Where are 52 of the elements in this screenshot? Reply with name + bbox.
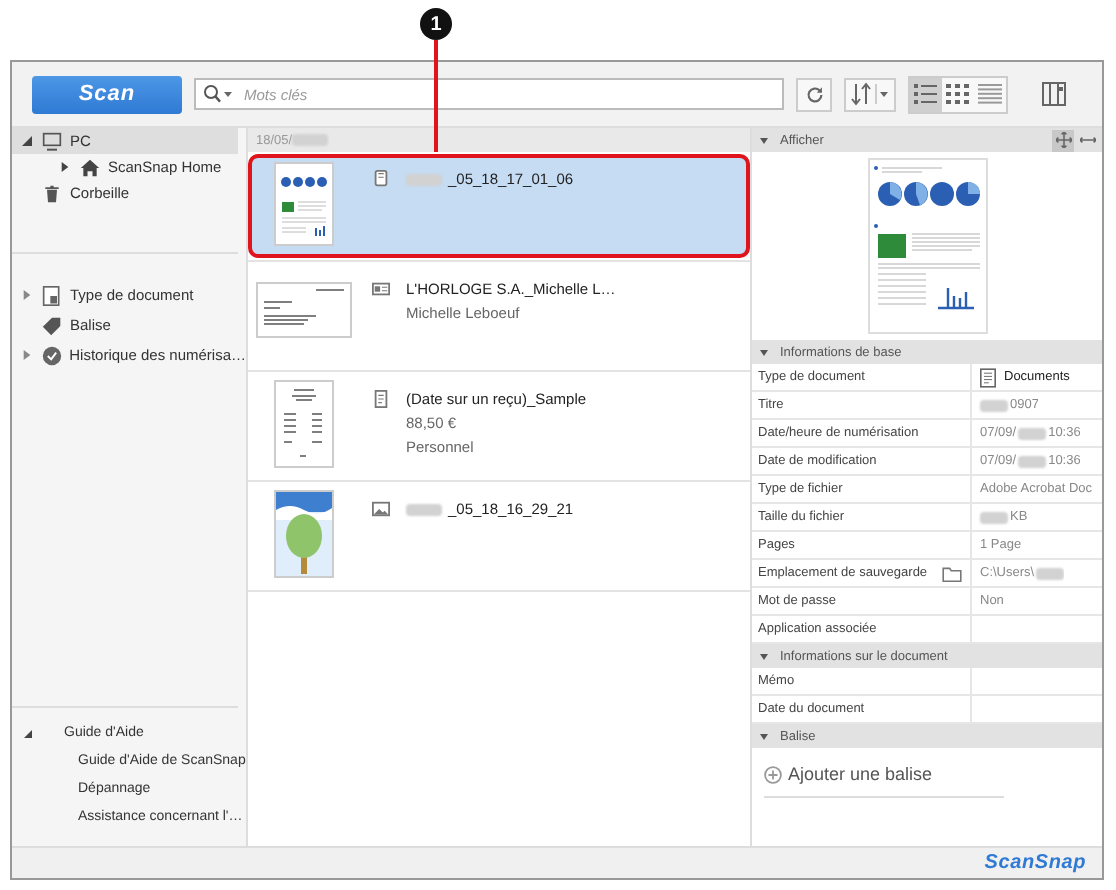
folder-icon[interactable] [942, 565, 962, 581]
list-view-button[interactable] [910, 77, 942, 111]
move-arrows-icon [1055, 132, 1071, 148]
horizontal-arrow-icon [1079, 132, 1095, 148]
leader-line [434, 40, 437, 152]
receipt-thumbnail [274, 380, 334, 468]
check-circle-icon [41, 345, 62, 365]
receipt-icon [372, 390, 390, 408]
tree-photo-thumbnail [274, 490, 334, 578]
scan-button[interactable]: Scan [32, 75, 182, 113]
collapse-arrow-icon[interactable] [760, 733, 768, 739]
redaction-blur [406, 503, 442, 515]
tag-icon [42, 315, 62, 335]
list-view-icon [914, 84, 938, 104]
document-icon [980, 367, 996, 387]
sort-icon [850, 82, 890, 106]
document-icon [42, 285, 62, 305]
trash-icon [42, 183, 62, 203]
business-card-icon [372, 280, 390, 298]
expand-arrow-icon[interactable] [60, 162, 70, 172]
image-icon [372, 500, 390, 518]
plus-circle-icon [764, 765, 782, 783]
document-thumbnail [274, 160, 334, 248]
business-card-thumbnail [256, 282, 352, 338]
grid-view-icon [946, 84, 970, 104]
refresh-button[interactable] [796, 77, 832, 111]
redaction-blur [1018, 455, 1047, 467]
rows-view-button[interactable] [974, 77, 1006, 111]
add-tag-button[interactable]: Ajouter une balise [764, 764, 1004, 798]
computer-icon [42, 131, 62, 151]
redaction-blur [1036, 567, 1065, 579]
panel-layout-button[interactable] [1036, 77, 1072, 111]
redaction-blur [1018, 427, 1047, 439]
document-icon [372, 170, 390, 188]
refresh-icon [803, 83, 825, 105]
fit-page-button[interactable] [1052, 129, 1074, 151]
collapse-arrow-icon[interactable] [760, 137, 768, 143]
grid-view-button[interactable] [942, 77, 974, 111]
expand-arrow-icon[interactable] [24, 729, 32, 737]
columns-icon [1042, 82, 1066, 106]
redaction-blur [980, 399, 1008, 411]
search-icon[interactable] [202, 84, 234, 104]
callout-number: 1 [420, 8, 452, 40]
expand-arrow-icon[interactable] [22, 136, 32, 146]
collapse-arrow-icon[interactable] [760, 349, 768, 355]
collapse-arrow-icon[interactable] [760, 653, 768, 659]
sort-button[interactable] [844, 77, 896, 111]
scansnap-logo: ScanSnap [984, 852, 1086, 874]
redaction-blur [980, 511, 1008, 523]
rows-view-icon [978, 84, 1002, 104]
house-icon [80, 157, 100, 177]
redaction-blur [406, 173, 442, 185]
